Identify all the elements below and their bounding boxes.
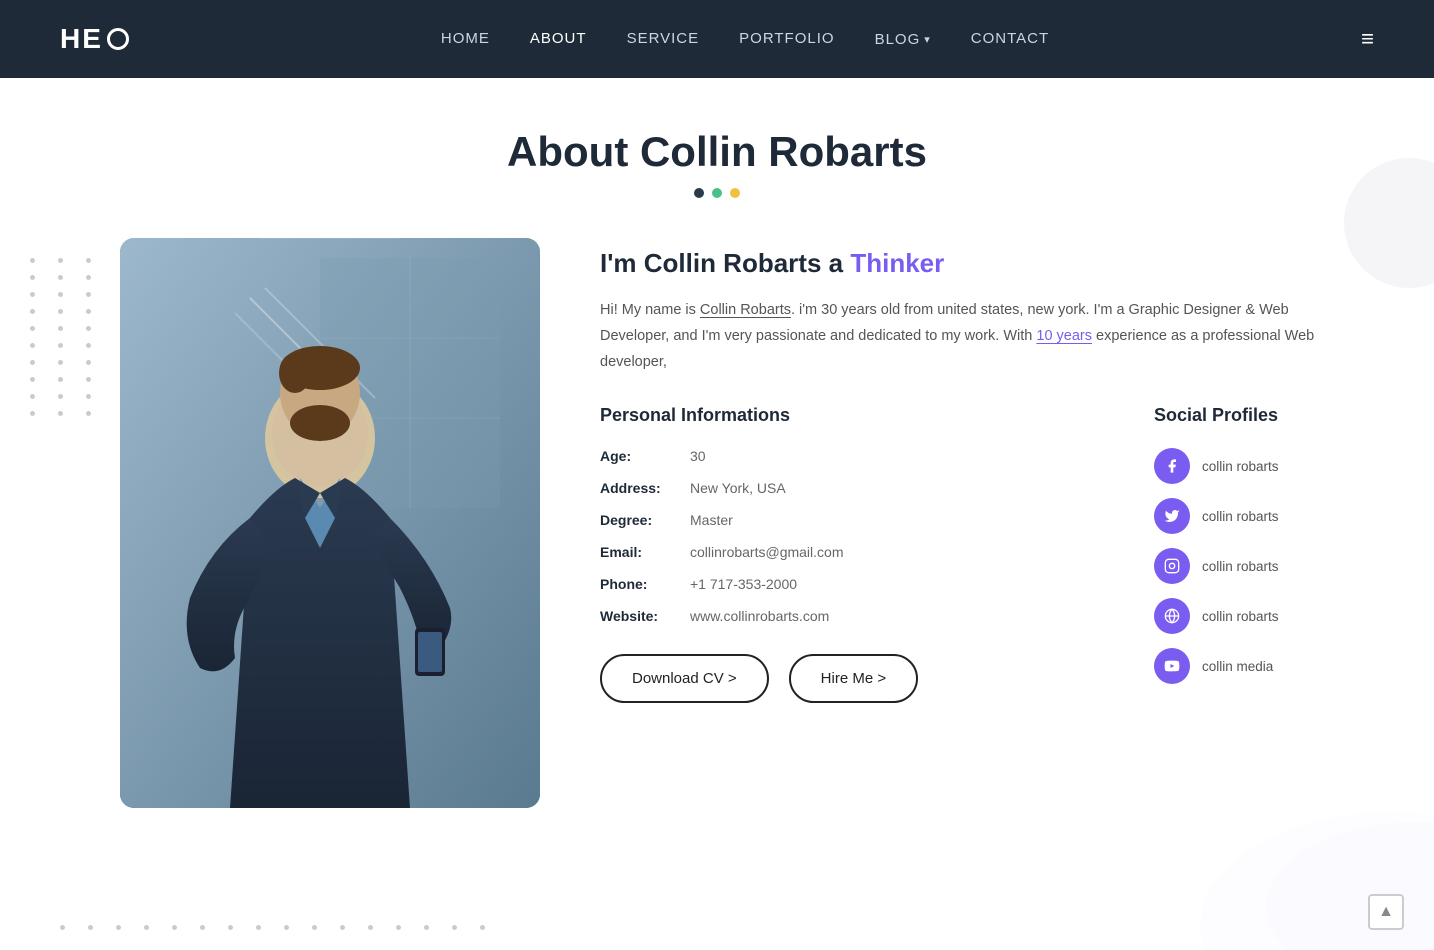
section-dots bbox=[0, 188, 1434, 198]
facebook-label: collin robarts bbox=[1202, 459, 1279, 474]
facebook-icon bbox=[1154, 448, 1190, 484]
button-row: Download CV > Hire Me > bbox=[600, 654, 1114, 703]
youtube-label: collin media bbox=[1202, 659, 1273, 674]
social-item-globe[interactable]: collin robarts bbox=[1154, 598, 1354, 634]
social-item-twitter[interactable]: collin robarts bbox=[1154, 498, 1354, 534]
nav-item-about[interactable]: ABOUT bbox=[530, 30, 587, 48]
social-item-youtube[interactable]: collin media bbox=[1154, 648, 1354, 684]
info-row-email: Email: collinrobarts@gmail.com bbox=[600, 544, 1114, 560]
info-row-age: Age: 30 bbox=[600, 448, 1114, 464]
about-right: I'm Collin Robarts a Thinker Hi! My name… bbox=[600, 238, 1354, 703]
instagram-label: collin robarts bbox=[1202, 559, 1279, 574]
globe-label: collin robarts bbox=[1202, 609, 1279, 624]
download-cv-button[interactable]: Download CV > bbox=[600, 654, 769, 703]
info-row-website: Website: www.collinrobarts.com bbox=[600, 608, 1114, 624]
label-address: Address: bbox=[600, 480, 690, 496]
dots-bottom-decoration bbox=[60, 925, 496, 930]
info-social-row: Personal Informations Age: 30 Address: N… bbox=[600, 405, 1354, 703]
value-website: www.collinrobarts.com bbox=[690, 608, 829, 624]
nav-item-contact[interactable]: CONTACT bbox=[971, 30, 1049, 48]
profile-image bbox=[120, 238, 540, 808]
social-item-facebook[interactable]: collin robarts bbox=[1154, 448, 1354, 484]
label-email: Email: bbox=[600, 544, 690, 560]
instagram-icon bbox=[1154, 548, 1190, 584]
label-phone: Phone: bbox=[600, 576, 690, 592]
label-age: Age: bbox=[600, 448, 690, 464]
profile-image-wrapper bbox=[120, 238, 540, 808]
dot-2 bbox=[712, 188, 722, 198]
youtube-icon bbox=[1154, 648, 1190, 684]
years-highlight: 10 years bbox=[1036, 328, 1092, 344]
logo-circle-icon bbox=[107, 28, 129, 50]
personal-info-section: Personal Informations Age: 30 Address: N… bbox=[600, 405, 1114, 703]
nav-item-home[interactable]: HOME bbox=[441, 30, 490, 48]
navbar: HE HOME ABOUT SERVICE PORTFOLIO BLOG ▾ C… bbox=[0, 0, 1434, 78]
value-email: collinrobarts@gmail.com bbox=[690, 544, 843, 560]
label-degree: Degree: bbox=[600, 512, 690, 528]
chevron-down-icon: ▾ bbox=[924, 33, 931, 46]
nav-item-blog[interactable]: BLOG ▾ bbox=[875, 31, 931, 48]
info-table: Age: 30 Address: New York, USA Degree: M… bbox=[600, 448, 1114, 624]
person-svg bbox=[120, 238, 540, 808]
label-website: Website: bbox=[600, 608, 690, 624]
dot-1 bbox=[694, 188, 704, 198]
dot-3 bbox=[730, 188, 740, 198]
info-row-degree: Degree: Master bbox=[600, 512, 1114, 528]
globe-icon bbox=[1154, 598, 1190, 634]
scroll-up-button[interactable]: ▲ bbox=[1368, 894, 1404, 930]
social-profiles-title: Social Profiles bbox=[1154, 405, 1354, 426]
value-degree: Master bbox=[690, 512, 733, 528]
personal-info-title: Personal Informations bbox=[600, 405, 1114, 426]
social-item-instagram[interactable]: collin robarts bbox=[1154, 548, 1354, 584]
value-age: 30 bbox=[690, 448, 706, 464]
about-main: I'm Collin Robarts a Thinker Hi! My name… bbox=[0, 218, 1434, 868]
logo[interactable]: HE bbox=[60, 23, 129, 55]
value-address: New York, USA bbox=[690, 480, 786, 496]
twitter-label: collin robarts bbox=[1202, 509, 1279, 524]
social-profiles-section: Social Profiles collin robarts collin ro… bbox=[1154, 405, 1354, 698]
info-row-address: Address: New York, USA bbox=[600, 480, 1114, 496]
nav-item-portfolio[interactable]: PORTFOLIO bbox=[739, 30, 834, 48]
value-phone: +1 717-353-2000 bbox=[690, 576, 797, 592]
intro-text: Hi! My name is Collin Robarts. i'm 30 ye… bbox=[600, 297, 1354, 375]
name-link: Collin Robarts bbox=[700, 302, 791, 318]
intro-heading: I'm Collin Robarts a Thinker bbox=[600, 248, 1354, 279]
page-title: About Collin Robarts bbox=[0, 128, 1434, 176]
page-content: About Collin Robarts bbox=[0, 78, 1434, 950]
section-header: About Collin Robarts bbox=[0, 78, 1434, 218]
hamburger-icon[interactable]: ≡ bbox=[1361, 26, 1374, 52]
info-row-phone: Phone: +1 717-353-2000 bbox=[600, 576, 1114, 592]
hire-me-button[interactable]: Hire Me > bbox=[789, 654, 918, 703]
nav-item-service[interactable]: SERVICE bbox=[627, 30, 700, 48]
nav-links: HOME ABOUT SERVICE PORTFOLIO BLOG ▾ CONT… bbox=[441, 30, 1049, 48]
twitter-icon bbox=[1154, 498, 1190, 534]
